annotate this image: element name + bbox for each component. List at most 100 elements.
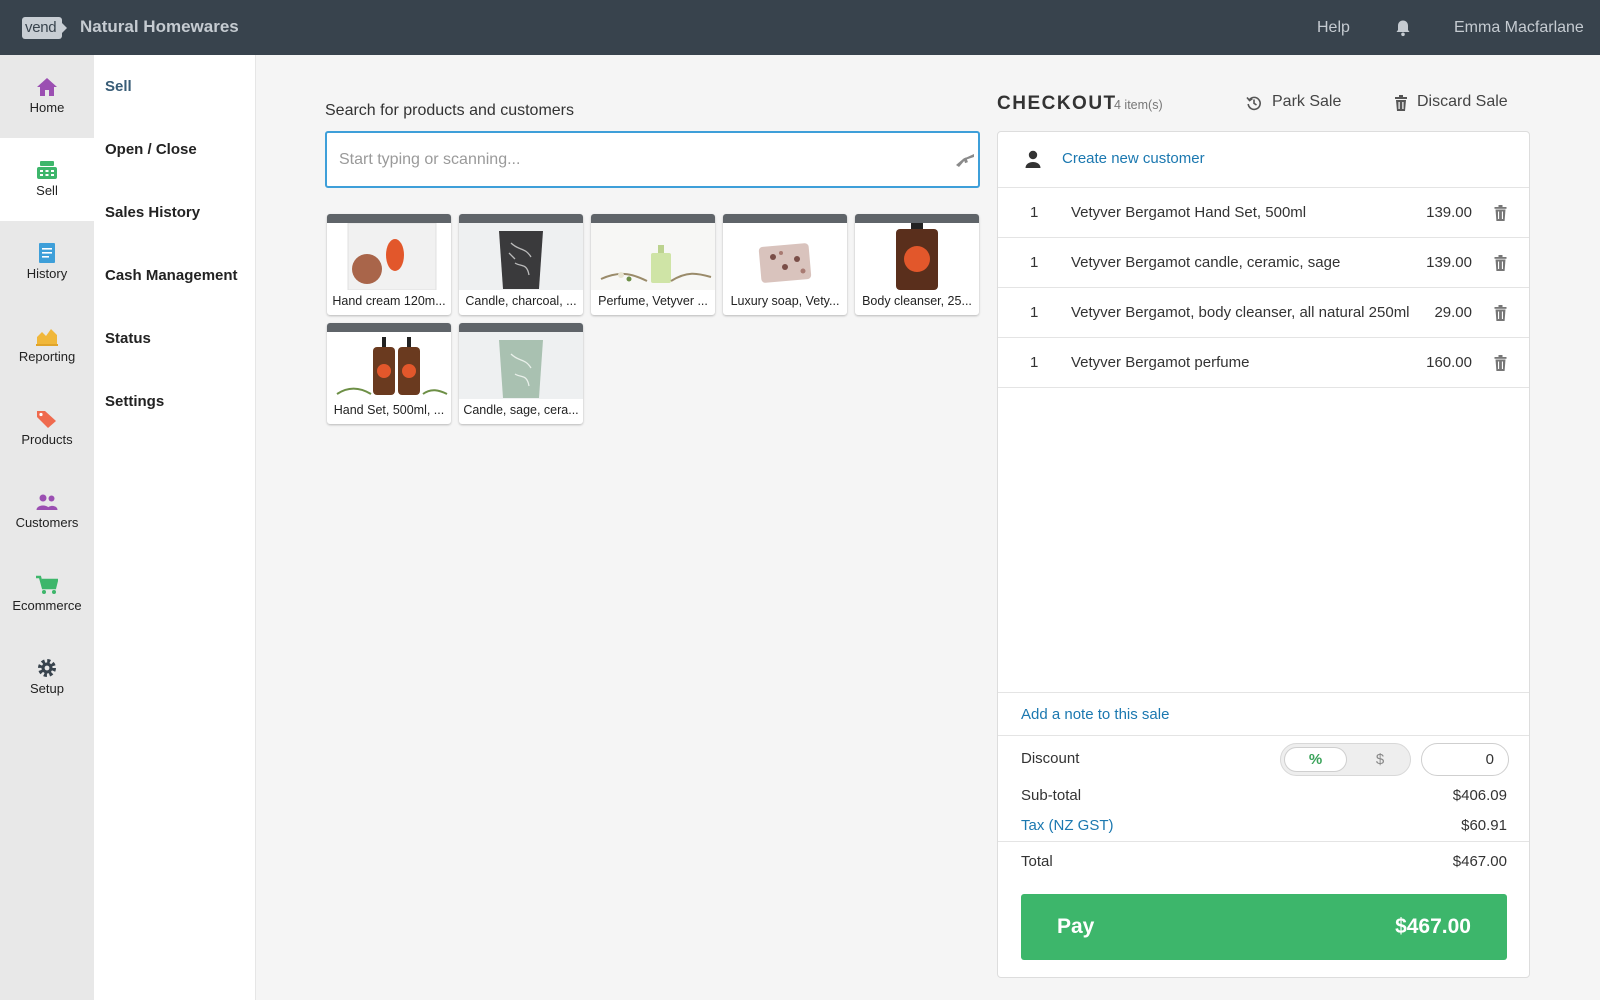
trash-icon[interactable]: [1494, 255, 1507, 271]
subnav-open-close[interactable]: Open / Close: [105, 141, 197, 158]
nav-setup[interactable]: Setup: [0, 636, 94, 719]
trash-icon[interactable]: [1494, 305, 1507, 321]
barcode-scanner-icon: [956, 154, 974, 167]
nav-history[interactable]: History: [0, 221, 94, 304]
add-note-link[interactable]: Add a note to this sale: [1021, 706, 1169, 723]
discount-percent-option[interactable]: %: [1284, 747, 1347, 772]
pay-button[interactable]: Pay $467.00: [1021, 894, 1507, 960]
logo-text: vend: [25, 19, 57, 36]
gear-icon: [38, 659, 56, 677]
product-tile-body-cleanser[interactable]: Body cleanser, 25...: [855, 214, 979, 315]
trash-icon[interactable]: [1494, 355, 1507, 371]
search-box: [325, 131, 980, 188]
chart-icon: [36, 329, 58, 346]
register-icon: [37, 161, 57, 179]
product-tile-candle-sage[interactable]: Candle, sage, cera...: [459, 323, 583, 424]
product-tile-label: Luxury soap, Vety...: [730, 294, 840, 308]
nav-products[interactable]: Products: [0, 387, 94, 470]
bell-icon[interactable]: [1394, 19, 1412, 37]
product-tile-label: Hand cream 120m...: [332, 294, 446, 308]
product-tile-candle-charcoal[interactable]: Candle, charcoal, ...: [459, 214, 583, 315]
product-image: [459, 223, 583, 290]
product-image: [591, 223, 715, 290]
product-image: [327, 223, 451, 290]
subnav-settings[interactable]: Settings: [105, 393, 164, 410]
nav-reporting-label: Reporting: [18, 349, 76, 364]
nav-customers-label: Customers: [15, 515, 79, 530]
product-image: [327, 332, 451, 399]
trash-icon: [1395, 95, 1407, 111]
sale-line-item[interactable]: 1 Vetyver Bergamot Hand Set, 500ml 139.0…: [998, 188, 1529, 238]
checkout-title: CHECKOUT: [997, 93, 1117, 114]
product-tile-label: Perfume, Vetyver ...: [598, 294, 708, 308]
nav-home-label: Home: [29, 100, 65, 115]
search-label: Search for products and customers: [325, 102, 575, 119]
sale-line-item[interactable]: 1 Vetyver Bergamot candle, ceramic, sage…: [998, 238, 1529, 288]
create-customer-link[interactable]: Create new customer: [1062, 150, 1205, 167]
user-icon: [1025, 150, 1041, 168]
discard-sale-label: Discard Sale: [1417, 93, 1508, 110]
nav-ecommerce-label: Ecommerce: [12, 598, 82, 613]
line-price: 29.00: [1434, 304, 1472, 321]
discount-label: Discount: [1021, 750, 1080, 767]
tax-link[interactable]: Tax (NZ GST): [1021, 817, 1114, 834]
search-input[interactable]: [339, 133, 929, 186]
line-price: 139.00: [1426, 254, 1472, 271]
product-image: [723, 223, 847, 290]
subnav-cash-management[interactable]: Cash Management: [105, 267, 238, 284]
line-name: Vetyver Bergamot perfume: [1071, 354, 1250, 371]
total-value: $467.00: [1452, 853, 1507, 870]
nav-home[interactable]: Home: [0, 55, 94, 138]
pay-amount: $467.00: [1395, 915, 1471, 938]
checkout-panel: Create new customer 1 Vetyver Bergamot H…: [997, 131, 1530, 978]
subtotal-label: Sub-total: [1021, 787, 1082, 804]
cart-icon: [36, 575, 58, 594]
subnav-status[interactable]: Status: [105, 330, 151, 347]
discount-type-toggle: % $: [1280, 743, 1411, 776]
discount-input[interactable]: [1421, 743, 1509, 776]
trash-icon[interactable]: [1494, 205, 1507, 221]
product-tile-hand-set[interactable]: Hand Set, 500ml, ...: [327, 323, 451, 424]
line-name: Vetyver Bergamot candle, ceramic, sage: [1071, 254, 1341, 271]
nav-setup-label: Setup: [30, 681, 64, 696]
note-row: Add a note to this sale: [998, 692, 1529, 736]
document-icon: [39, 243, 55, 263]
home-icon: [37, 78, 57, 96]
nav-sell[interactable]: Sell: [0, 138, 94, 221]
nav-history-label: History: [26, 266, 68, 281]
product-image: [459, 332, 583, 399]
discount-dollar-option[interactable]: $: [1351, 747, 1409, 772]
sell-sub-nav: Sell Open / Close Sales History Cash Man…: [94, 55, 256, 1000]
subnav-sales-history[interactable]: Sales History: [105, 204, 200, 221]
item-count: 4 item(s): [1114, 98, 1163, 112]
product-tile-hand-cream[interactable]: Hand cream 120m...: [327, 214, 451, 315]
top-bar: vend Natural Homewares Help Emma Macfarl…: [0, 0, 1600, 55]
product-tile-label: Hand Set, 500ml, ...: [333, 403, 445, 417]
park-sale-label: Park Sale: [1272, 93, 1342, 110]
line-qty: 1: [1030, 354, 1039, 371]
nav-reporting[interactable]: Reporting: [0, 304, 94, 387]
line-name: Vetyver Bergamot, body cleanser, all nat…: [1071, 304, 1410, 321]
line-qty: 1: [1030, 304, 1039, 321]
users-icon: [36, 494, 58, 510]
history-icon: [1246, 96, 1261, 111]
product-tile-label: Candle, charcoal, ...: [465, 294, 577, 308]
help-link[interactable]: Help: [1317, 19, 1350, 37]
nav-customers[interactable]: Customers: [0, 470, 94, 553]
line-price: 139.00: [1426, 204, 1472, 221]
product-tile-luxury-soap[interactable]: Luxury soap, Vety...: [723, 214, 847, 315]
product-tile-perfume[interactable]: Perfume, Vetyver ...: [591, 214, 715, 315]
subtotal-value: $406.09: [1452, 787, 1507, 804]
store-name: Natural Homewares: [80, 17, 239, 36]
subnav-sell[interactable]: Sell: [105, 78, 132, 95]
divider: [998, 841, 1529, 842]
total-label: Total: [1021, 853, 1053, 870]
line-price: 160.00: [1426, 354, 1472, 371]
user-menu[interactable]: Emma Macfarlane: [1454, 19, 1584, 37]
sale-line-item[interactable]: 1 Vetyver Bergamot, body cleanser, all n…: [998, 288, 1529, 338]
nav-ecommerce[interactable]: Ecommerce: [0, 553, 94, 636]
sale-line-item[interactable]: 1 Vetyver Bergamot perfume 160.00: [998, 338, 1529, 388]
tags-icon: [37, 411, 56, 428]
product-image: [855, 223, 979, 290]
vend-logo[interactable]: vend: [22, 17, 68, 39]
